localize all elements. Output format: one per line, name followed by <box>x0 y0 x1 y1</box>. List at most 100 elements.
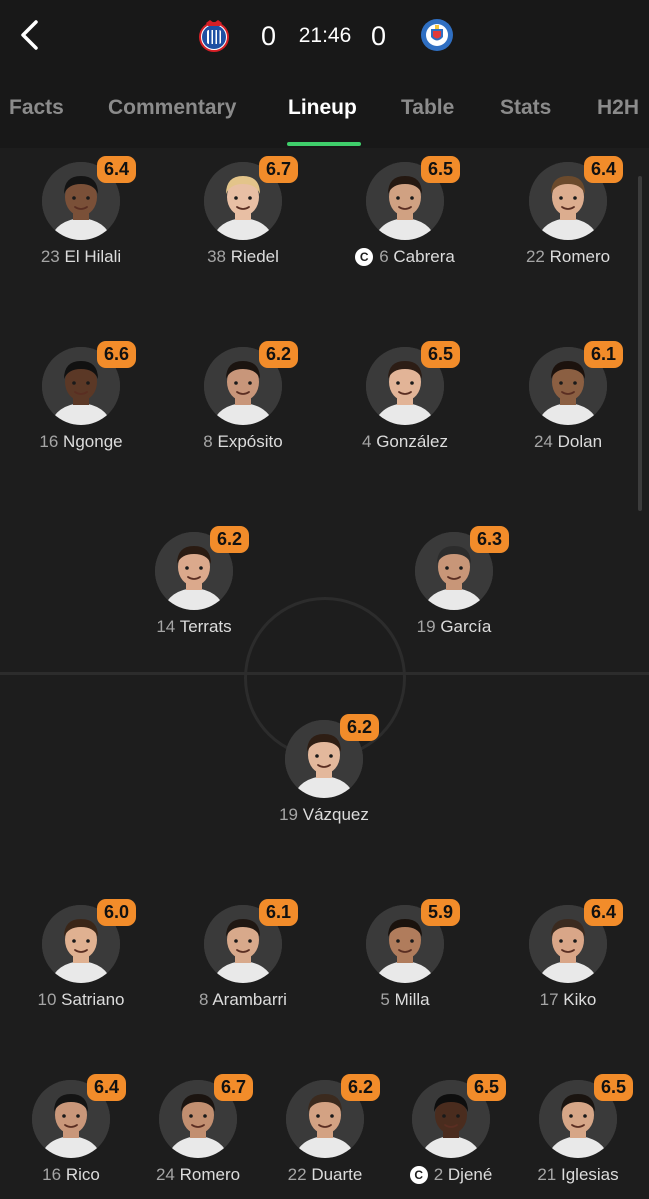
player-name: García <box>440 617 492 636</box>
player-rating-badge: 6.0 <box>97 899 137 926</box>
player-label: 8 Arambarri <box>163 990 323 1010</box>
player-card[interactable]: 6.4 22 Romero <box>488 152 648 272</box>
player-rating-badge: 6.3 <box>470 526 510 553</box>
player-name: Expósito <box>217 432 283 451</box>
player-number: 17 <box>539 990 559 1009</box>
player-number: 16 <box>42 1165 62 1184</box>
tab-facts[interactable]: Facts <box>9 96 64 120</box>
player-name: Satriano <box>61 990 125 1009</box>
player-number: 24 <box>155 1165 175 1184</box>
player-rating-badge: 6.4 <box>584 156 624 183</box>
player-name: Romero <box>179 1165 241 1184</box>
player-name: Ngonge <box>63 432 123 451</box>
player-label: 19 García <box>374 617 534 637</box>
player-card[interactable]: 6.1 8 Arambarri <box>163 895 323 1015</box>
player-number: 4 <box>361 432 372 451</box>
player-rating-badge: 6.7 <box>259 156 299 183</box>
player-name: Milla <box>394 990 430 1009</box>
player-label: 38 Riedel <box>163 247 323 267</box>
player-label: 23 El Hilali <box>1 247 161 267</box>
player-number: 2 <box>433 1165 444 1184</box>
player-card[interactable]: 6.5 4 González <box>325 337 485 457</box>
player-number: 38 <box>207 247 226 266</box>
player-card[interactable]: 6.4 23 El Hilali <box>1 152 161 272</box>
player-name: Cabrera <box>393 247 455 266</box>
match-header: 0 21:46 0 <box>0 0 649 72</box>
player-name: Terrats <box>179 617 232 636</box>
player-number: 22 <box>287 1165 307 1184</box>
player-label: 5 Milla <box>325 990 485 1010</box>
back-arrow-icon[interactable] <box>14 18 48 52</box>
player-rating-badge: 6.1 <box>584 341 624 368</box>
player-rating-badge: 6.5 <box>594 1074 634 1101</box>
player-card[interactable]: 6.6 16 Ngonge <box>1 337 161 457</box>
tab-bar: Facts Commentary Lineup Table Stats H2H <box>0 72 649 148</box>
player-rating-badge: 6.2 <box>210 526 250 553</box>
player-card[interactable]: 6.5 21 Iglesias <box>498 1070 649 1190</box>
player-label: 19 Vázquez <box>244 805 404 825</box>
player-number: 24 <box>533 432 553 451</box>
player-label: 16 Ngonge <box>1 432 161 452</box>
tab-table[interactable]: Table <box>401 96 454 120</box>
home-score: 0 <box>261 21 277 51</box>
player-card[interactable]: 6.0 10 Satriano <box>1 895 161 1015</box>
player-number: 19 <box>279 805 298 824</box>
player-card[interactable]: 6.7 38 Riedel <box>163 152 323 272</box>
player-card[interactable]: 6.2 14 Terrats <box>114 522 274 642</box>
away-score: 0 <box>371 21 387 51</box>
player-label: 8 Expósito <box>163 432 323 452</box>
player-card[interactable]: 6.2 8 Expósito <box>163 337 323 457</box>
player-number: 5 <box>380 990 390 1009</box>
player-name: Riedel <box>230 247 279 266</box>
player-number: 16 <box>39 432 59 451</box>
player-name: Dolan <box>557 432 603 451</box>
player-rating-badge: 6.1 <box>259 899 299 926</box>
player-rating-badge: 6.6 <box>97 341 137 368</box>
player-name: Vázquez <box>302 805 369 824</box>
player-rating-badge: 6.4 <box>584 899 624 926</box>
player-rating-badge: 5.9 <box>421 899 461 926</box>
player-number: 8 <box>199 990 209 1009</box>
player-number: 19 <box>416 617 436 636</box>
player-rating-badge: 6.4 <box>97 156 137 183</box>
away-team-crest-icon[interactable] <box>419 17 455 53</box>
player-card[interactable]: 6.1 24 Dolan <box>488 337 648 457</box>
player-name: Duarte <box>311 1165 363 1184</box>
player-card[interactable]: 6.2 19 Vázquez <box>244 710 404 830</box>
player-label: 24 Dolan <box>488 432 648 452</box>
player-label: 21 Iglesias <box>498 1165 649 1185</box>
player-name: Romero <box>549 247 611 266</box>
player-number: 14 <box>156 617 176 636</box>
player-rating-badge: 6.5 <box>421 341 461 368</box>
player-rating-badge: 6.2 <box>259 341 299 368</box>
tab-commentary[interactable]: Commentary <box>108 96 236 120</box>
player-number: 21 <box>537 1165 557 1184</box>
tab-stats[interactable]: Stats <box>500 96 551 120</box>
player-rating-badge: 6.2 <box>340 714 380 741</box>
home-team-crest-icon[interactable] <box>196 17 232 53</box>
player-name: Iglesias <box>561 1165 619 1184</box>
player-number: 23 <box>40 247 60 266</box>
player-number: 6 <box>379 247 389 266</box>
player-card[interactable]: 6.4 17 Kiko <box>488 895 648 1015</box>
lineup-pitch: 6.4 23 El Hilali 6.7 38 Riedel 6.5 C 6 Cabrera… <box>0 148 649 1199</box>
match-clock: 21:46 <box>298 24 352 47</box>
player-card[interactable]: 6.3 19 García <box>374 522 534 642</box>
player-card[interactable]: 6.5 C 6 Cabrera <box>325 152 485 272</box>
player-label: 10 Satriano <box>1 990 161 1010</box>
captain-icon: C <box>355 248 374 266</box>
player-label: C6 Cabrera <box>325 247 485 267</box>
player-card[interactable]: 5.9 5 Milla <box>325 895 485 1015</box>
player-label: 17 Kiko <box>488 990 648 1010</box>
player-label: 22 Romero <box>488 247 648 267</box>
player-number: 10 <box>37 990 57 1009</box>
active-tab-indicator <box>287 142 361 146</box>
player-label: 4 González <box>325 432 485 452</box>
player-number: 22 <box>525 247 545 266</box>
player-name: Djené <box>447 1165 493 1184</box>
player-number: 8 <box>203 432 213 451</box>
tab-lineup[interactable]: Lineup <box>288 96 357 120</box>
tab-h2h[interactable]: H2H <box>597 96 639 120</box>
player-name: Arambarri <box>212 990 287 1009</box>
player-name: Kiko <box>563 990 597 1009</box>
